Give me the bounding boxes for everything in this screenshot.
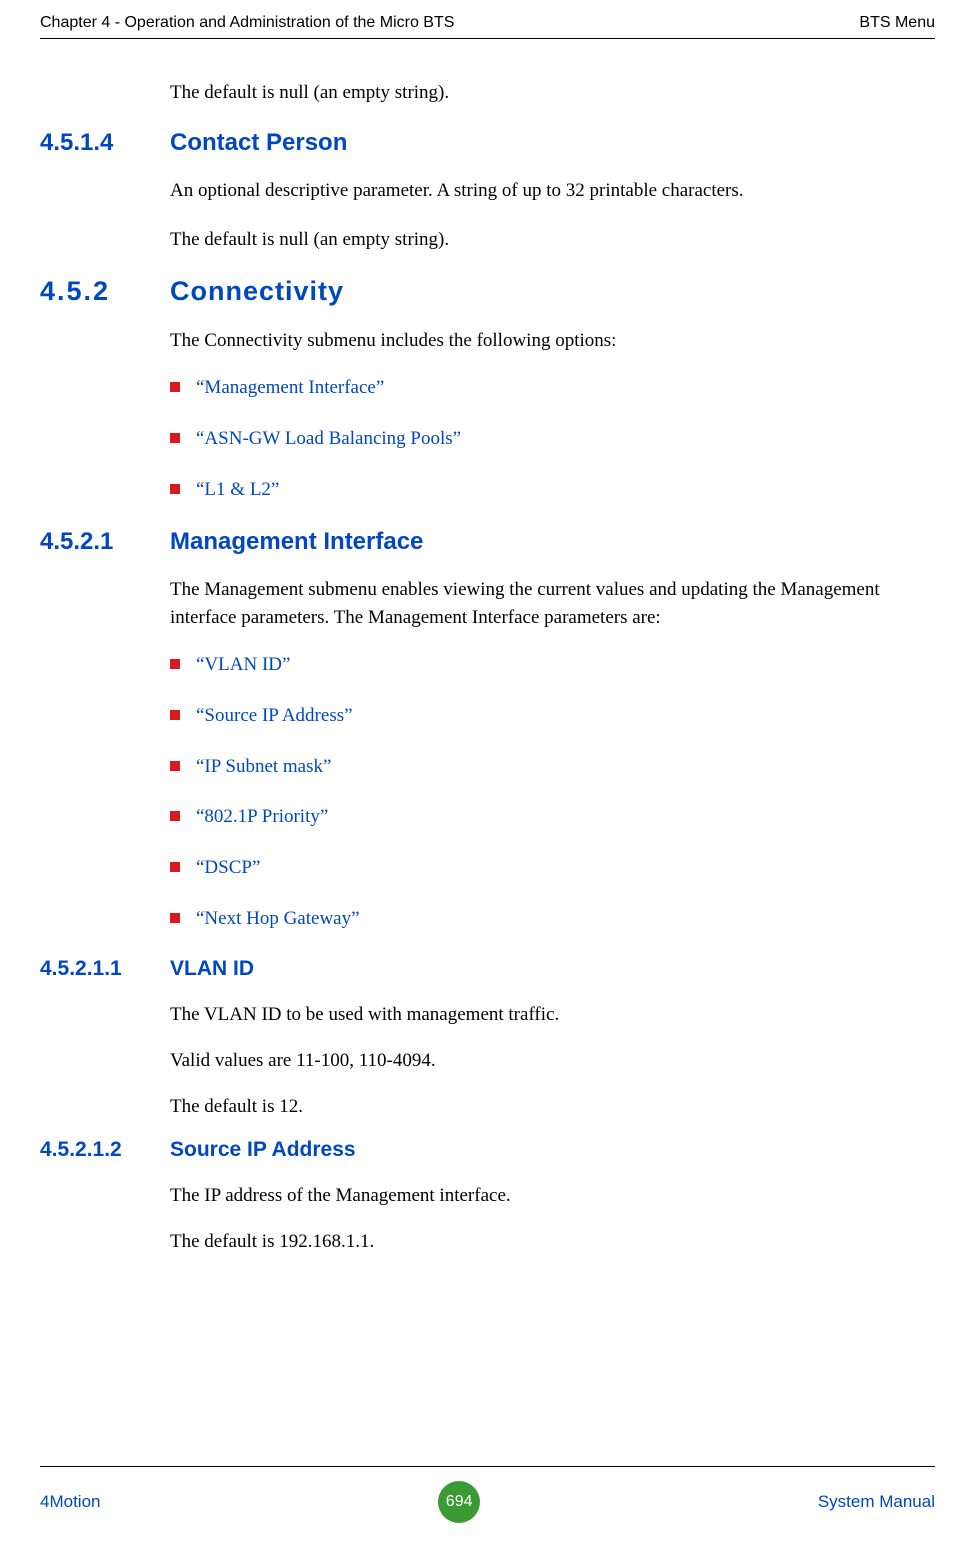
- footer-right: System Manual: [818, 1492, 935, 1512]
- heading-number: 4.5.1.4: [40, 129, 170, 157]
- header-left: Chapter 4 - Operation and Administration…: [40, 14, 454, 32]
- heading-title: Management Interface: [170, 528, 423, 556]
- list-item[interactable]: “L1 & L2”: [170, 478, 935, 503]
- heading-title: VLAN ID: [170, 957, 254, 981]
- paragraph: An optional descriptive parameter. A str…: [170, 177, 935, 205]
- connectivity-options-list: “Management Interface” “ASN-GW Load Bala…: [170, 376, 935, 502]
- intro-paragraph: The default is null (an empty string).: [170, 79, 935, 107]
- list-item[interactable]: “802.1P Priority”: [170, 805, 935, 830]
- heading-4-5-2: 4.5.2 Connectivity: [40, 276, 935, 307]
- heading-4-5-2-1: 4.5.2.1 Management Interface: [40, 528, 935, 556]
- list-item[interactable]: “ASN-GW Load Balancing Pools”: [170, 427, 935, 452]
- list-item[interactable]: “Management Interface”: [170, 376, 935, 401]
- heading-number: 4.5.2.1.1: [40, 957, 170, 981]
- footer-left: 4Motion: [40, 1492, 100, 1512]
- heading-4-5-1-4: 4.5.1.4 Contact Person: [40, 129, 935, 157]
- paragraph: The Management submenu enables viewing t…: [170, 576, 935, 631]
- paragraph: The default is 12.: [170, 1093, 935, 1121]
- list-item[interactable]: “DSCP”: [170, 856, 935, 881]
- header-right: BTS Menu: [859, 14, 935, 32]
- running-header: Chapter 4 - Operation and Administration…: [40, 0, 935, 39]
- list-item[interactable]: “Source IP Address”: [170, 704, 935, 729]
- heading-number: 4.5.2.1.2: [40, 1138, 170, 1162]
- heading-title: Source IP Address: [170, 1138, 356, 1162]
- list-item[interactable]: “VLAN ID”: [170, 653, 935, 678]
- list-item[interactable]: “IP Subnet mask”: [170, 755, 935, 780]
- list-item[interactable]: “Next Hop Gateway”: [170, 907, 935, 932]
- page-content: The default is null (an empty string). 4…: [40, 39, 935, 1466]
- page-number-badge: 694: [438, 1481, 480, 1523]
- heading-title: Contact Person: [170, 129, 347, 157]
- heading-title: Connectivity: [170, 276, 344, 307]
- heading-4-5-2-1-1: 4.5.2.1.1 VLAN ID: [40, 957, 935, 981]
- heading-number: 4.5.2.1: [40, 528, 170, 556]
- heading-4-5-2-1-2: 4.5.2.1.2 Source IP Address: [40, 1138, 935, 1162]
- paragraph: The default is null (an empty string).: [170, 226, 935, 254]
- paragraph: The VLAN ID to be used with management t…: [170, 1001, 935, 1029]
- running-footer: 4Motion 694 System Manual: [40, 1466, 935, 1545]
- paragraph: Valid values are 11-100, 110-4094.: [170, 1047, 935, 1075]
- paragraph: The IP address of the Management interfa…: [170, 1182, 935, 1210]
- paragraph: The default is 192.168.1.1.: [170, 1228, 935, 1256]
- heading-number: 4.5.2: [40, 276, 170, 307]
- mgmt-interface-params-list: “VLAN ID” “Source IP Address” “IP Subnet…: [170, 653, 935, 931]
- paragraph: The Connectivity submenu includes the fo…: [170, 327, 935, 355]
